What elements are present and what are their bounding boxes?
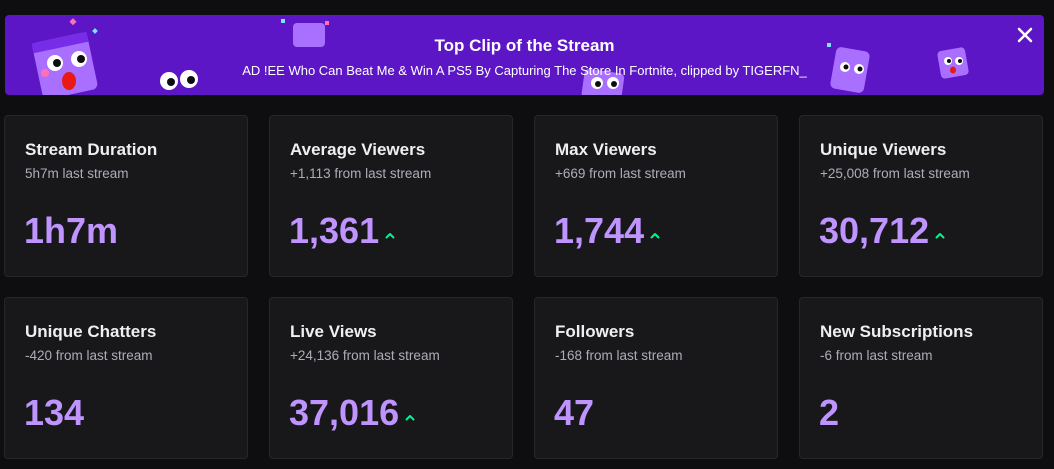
stat-comparison: -420 from last stream (25, 348, 153, 363)
stat-title: Followers (555, 322, 635, 341)
stat-comparison: +1,113 from last stream (290, 166, 432, 181)
stat-card-stream-duration: Stream Duration 5h7m last stream 1h7m (4, 115, 248, 277)
stat-comparison: +24,136 from last stream (290, 348, 440, 363)
stat-title: Unique Chatters (25, 322, 157, 341)
stat-card-max-viewers: Max Viewers +669 from last stream 1,744 (534, 115, 778, 277)
stat-comparison: 5h7m last stream (25, 166, 129, 181)
banner-title: Top Clip of the Stream (434, 36, 615, 55)
stat-value: 47 (554, 392, 595, 433)
stat-value-container: 1,361 (289, 210, 395, 252)
top-clip-banner[interactable]: Top Clip of the Stream AD !EE Who Can Be… (5, 15, 1044, 95)
stat-value: 37,016 (289, 392, 400, 433)
stat-card-new-subscriptions: New Subscriptions -6 from last stream 2 (799, 297, 1043, 459)
trend-up-icon (935, 233, 945, 239)
stat-comparison: +25,008 from last stream (820, 166, 970, 181)
stat-value-container: 30,712 (819, 210, 945, 252)
stat-card-followers: Followers -168 from last stream 47 (534, 297, 778, 459)
stat-comparison: -168 from last stream (555, 348, 683, 363)
close-icon[interactable] (1014, 24, 1036, 46)
stat-title: Unique Viewers (820, 140, 947, 159)
stat-value: 2 (819, 392, 840, 433)
stat-card-unique-chatters: Unique Chatters -420 from last stream 13… (4, 297, 248, 459)
stat-card-live-views: Live Views +24,136 from last stream 37,0… (269, 297, 513, 459)
stat-value-container: 1h7m (24, 210, 118, 252)
stat-value: 30,712 (819, 210, 930, 251)
trend-up-icon (385, 233, 395, 239)
stat-value: 1h7m (24, 210, 119, 251)
stat-title: Live Views (290, 322, 377, 341)
stat-value-container: 37,016 (289, 392, 415, 434)
stat-value-container: 2 (819, 392, 839, 434)
stat-value: 134 (24, 392, 85, 433)
stat-card-unique-viewers: Unique Viewers +25,008 from last stream … (799, 115, 1043, 277)
stat-value-container: 1,744 (554, 210, 660, 252)
stat-value-container: 134 (24, 392, 84, 434)
stat-value-container: 47 (554, 392, 594, 434)
stat-title: Stream Duration (25, 140, 158, 159)
banner-subtitle[interactable]: AD !EE Who Can Beat Me & Win A PS5 By Ca… (5, 63, 1044, 78)
stat-title: Average Viewers (290, 140, 426, 159)
trend-up-icon (405, 415, 415, 421)
stat-comparison: -6 from last stream (820, 348, 933, 363)
stat-card-average-viewers: Average Viewers +1,113 from last stream … (269, 115, 513, 277)
stat-title: Max Viewers (555, 140, 657, 159)
stat-value: 1,744 (554, 210, 645, 251)
trend-up-icon (650, 233, 660, 239)
stat-comparison: +669 from last stream (555, 166, 686, 181)
stat-title: New Subscriptions (820, 322, 974, 341)
stat-value: 1,361 (289, 210, 380, 251)
